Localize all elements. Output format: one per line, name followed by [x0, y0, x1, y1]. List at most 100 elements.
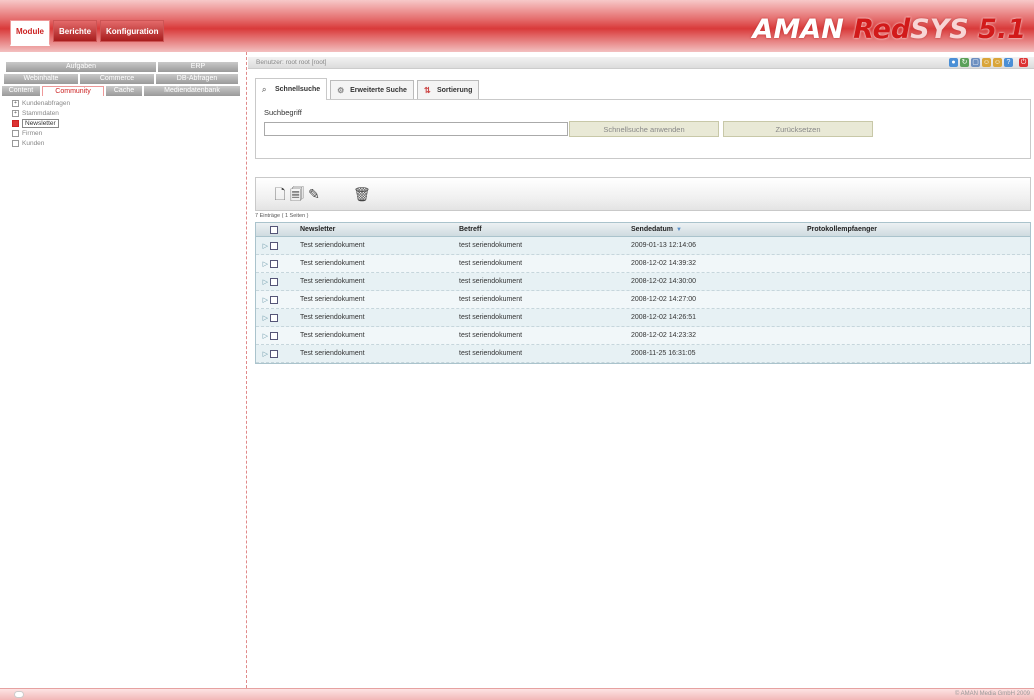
table-row[interactable]: ▷ Test seriendokument test seriendokument 2… — [256, 237, 1030, 255]
sidebar-tab-aufgaben[interactable]: Aufgaben — [6, 62, 156, 72]
leaf-box-icon — [12, 140, 19, 147]
cell-newsletter: Test seriendokument — [300, 332, 365, 339]
row-checkbox[interactable] — [268, 349, 280, 358]
column-sendedatum[interactable]: Sendedatum ▼ — [631, 226, 807, 233]
list-toolbar: 🗋 🗐 ✎ 🗑 — [255, 177, 1031, 211]
cell-sendedatum: 2008-11-25 16:31:05 — [631, 350, 696, 357]
expand-icon[interactable]: ▷ — [256, 332, 268, 340]
table-row[interactable]: ▷ Test seriendokument test seriendokument 2… — [256, 273, 1030, 291]
user-icon[interactable]: ☺ — [982, 58, 991, 67]
sidebar-tab-webinhalte[interactable]: Webinhalte — [4, 74, 78, 84]
sidebar-tab-row-2: Webinhalte Commerce DB-Abfragen — [4, 74, 238, 84]
sidebar-tree: + Kundenabfragen + Stammdaten Newsletter… — [12, 99, 70, 149]
row-checkbox[interactable] — [268, 277, 280, 286]
cell-sendedatum: 2008-12-02 14:27:00 — [631, 296, 696, 303]
tree-item-kundenabfragen[interactable]: + Kundenabfragen — [12, 99, 70, 108]
table-row[interactable]: ▷ Test seriendokument test seriendokument 2… — [256, 327, 1030, 345]
magnifier-icon: ⌕ — [262, 85, 267, 94]
tree-item-stammdaten[interactable]: + Stammdaten — [12, 109, 70, 118]
expand-icon[interactable]: ▷ — [256, 260, 268, 268]
edit-document-icon[interactable]: ✎ — [307, 185, 321, 203]
globe-icon[interactable]: ● — [949, 58, 958, 67]
cell-betreff: test seriendokument — [459, 314, 523, 321]
tab-sortierung[interactable]: ⇅ Sortierung — [416, 80, 480, 100]
apply-quick-search-button[interactable]: Schnellsuche anwenden — [569, 121, 719, 137]
status-bar: © AMAN Media GmbH 2009 — [0, 688, 1034, 700]
help-icon[interactable]: ? — [1004, 58, 1013, 67]
quick-search-panel: Suchbegriff Schnellsuche anwenden Zurück… — [255, 99, 1031, 159]
entry-count: 7 Einträge ( 1 Seiten ) — [255, 213, 309, 219]
user-bar: Benutzer: root root [root] ● ↻ ▢ ☺ ☺ ? ⏻ — [248, 57, 1034, 69]
expand-icon[interactable]: ▷ — [256, 296, 268, 304]
expand-icon[interactable]: ▷ — [256, 242, 268, 250]
row-checkbox[interactable] — [268, 259, 280, 268]
row-checkbox[interactable] — [268, 313, 280, 322]
sidebar-tab-content[interactable]: Content — [2, 86, 40, 96]
sidebar-tab-community[interactable]: Community — [42, 86, 104, 96]
cell-sendedatum: 2008-12-02 14:39:32 — [631, 260, 696, 267]
current-user: Benutzer: root root [root] — [256, 59, 327, 66]
sidebar-tab-mediendatenbank[interactable]: Mediendatenbank — [144, 86, 240, 96]
tree-item-newsletter[interactable]: Newsletter — [12, 119, 70, 128]
cell-betreff: test seriendokument — [459, 296, 523, 303]
new-document-icon[interactable]: 🗋 — [273, 185, 287, 203]
sidebar-tab-erp[interactable]: ERP — [158, 62, 238, 72]
nav-tab-module[interactable]: Module — [10, 20, 50, 46]
reset-button[interactable]: Zurücksetzen — [723, 121, 873, 137]
nav-tab-berichte[interactable]: Berichte — [53, 20, 98, 42]
cell-sendedatum: 2008-12-02 14:30:00 — [631, 278, 696, 285]
tab-schnellsuche[interactable]: ⌕ Schnellsuche — [255, 78, 328, 100]
delete-icon[interactable]: 🗑 — [353, 185, 371, 203]
select-all-checkbox[interactable] — [268, 225, 280, 234]
column-betreff[interactable]: Betreff — [459, 226, 631, 233]
table-header: Newsletter Betreff Sendedatum ▼ Protokoll… — [256, 223, 1030, 237]
sidebar-tab-db-abfragen[interactable]: DB-Abfragen — [156, 74, 238, 84]
nav-tab-konfiguration[interactable]: Konfiguration — [100, 20, 165, 42]
sidebar-tab-cache[interactable]: Cache — [106, 86, 142, 96]
cell-sendedatum: 2009-01-13 12:14:06 — [631, 242, 696, 249]
toggle-knob[interactable] — [14, 691, 24, 698]
cell-betreff: test seriendokument — [459, 332, 523, 339]
expand-icon[interactable]: ▷ — [256, 278, 268, 286]
table-row[interactable]: ▷ Test seriendokument test seriendokument 2… — [256, 291, 1030, 309]
column-newsletter[interactable]: Newsletter — [280, 226, 459, 233]
table-row[interactable]: ▷ Test seriendokument test seriendokument 2… — [256, 345, 1030, 363]
app-header: Module Berichte Konfiguration AMAN RedSY… — [0, 0, 1034, 52]
row-checkbox[interactable] — [268, 331, 280, 340]
expand-icon[interactable]: ▷ — [256, 314, 268, 322]
cell-newsletter: Test seriendokument — [300, 314, 365, 321]
copy-document-icon[interactable]: 🗐 — [290, 185, 304, 203]
sort-icon: ⇅ — [423, 86, 431, 95]
column-protokollempfaenger[interactable]: Protokollempfaenger — [807, 226, 1027, 233]
sidebar-tab-row-3: Content Community Cache Mediendatenbank — [2, 86, 240, 96]
search-input[interactable] — [264, 122, 568, 136]
tree-item-kunden[interactable]: Kunden — [12, 139, 70, 148]
expand-icon[interactable]: ▷ — [256, 350, 268, 358]
main-nav: Module Berichte Konfiguration — [10, 20, 165, 46]
users-icon[interactable]: ☺ — [993, 58, 1002, 67]
refresh-icon[interactable]: ↻ — [960, 58, 969, 67]
cell-newsletter: Test seriendokument — [300, 278, 365, 285]
table-row[interactable]: ▷ Test seriendokument test seriendokument 2… — [256, 255, 1030, 273]
advanced-search-icon: ⚙ — [337, 86, 345, 95]
row-checkbox[interactable] — [268, 295, 280, 304]
cell-betreff: test seriendokument — [459, 260, 523, 267]
window-icon[interactable]: ▢ — [971, 58, 980, 67]
plus-box-icon: + — [12, 110, 19, 117]
cell-betreff: test seriendokument — [459, 242, 523, 249]
row-checkbox[interactable] — [268, 241, 280, 250]
tab-erweiterte-suche[interactable]: ⚙ Erweiterte Suche — [330, 80, 414, 100]
main-content: ⌕ Schnellsuche ⚙ Erweiterte Suche ⇅ Sort… — [255, 78, 1031, 364]
tree-item-firmen[interactable]: Firmen — [12, 129, 70, 138]
sidebar-tab-commerce[interactable]: Commerce — [80, 74, 154, 84]
newsletter-table: Newsletter Betreff Sendedatum ▼ Protokoll… — [255, 222, 1031, 364]
sidebar-tab-row-1: Aufgaben ERP — [6, 62, 238, 72]
folder-icon — [12, 120, 19, 127]
sort-desc-icon: ▼ — [676, 227, 682, 233]
cell-betreff: test seriendokument — [459, 350, 523, 357]
logout-icon[interactable]: ⏻ — [1019, 58, 1028, 67]
leaf-box-icon — [12, 130, 19, 137]
copyright: © AMAN Media GmbH 2009 — [954, 691, 1030, 697]
cell-newsletter: Test seriendokument — [300, 260, 365, 267]
table-row[interactable]: ▷ Test seriendokument test seriendokument 2… — [256, 309, 1030, 327]
